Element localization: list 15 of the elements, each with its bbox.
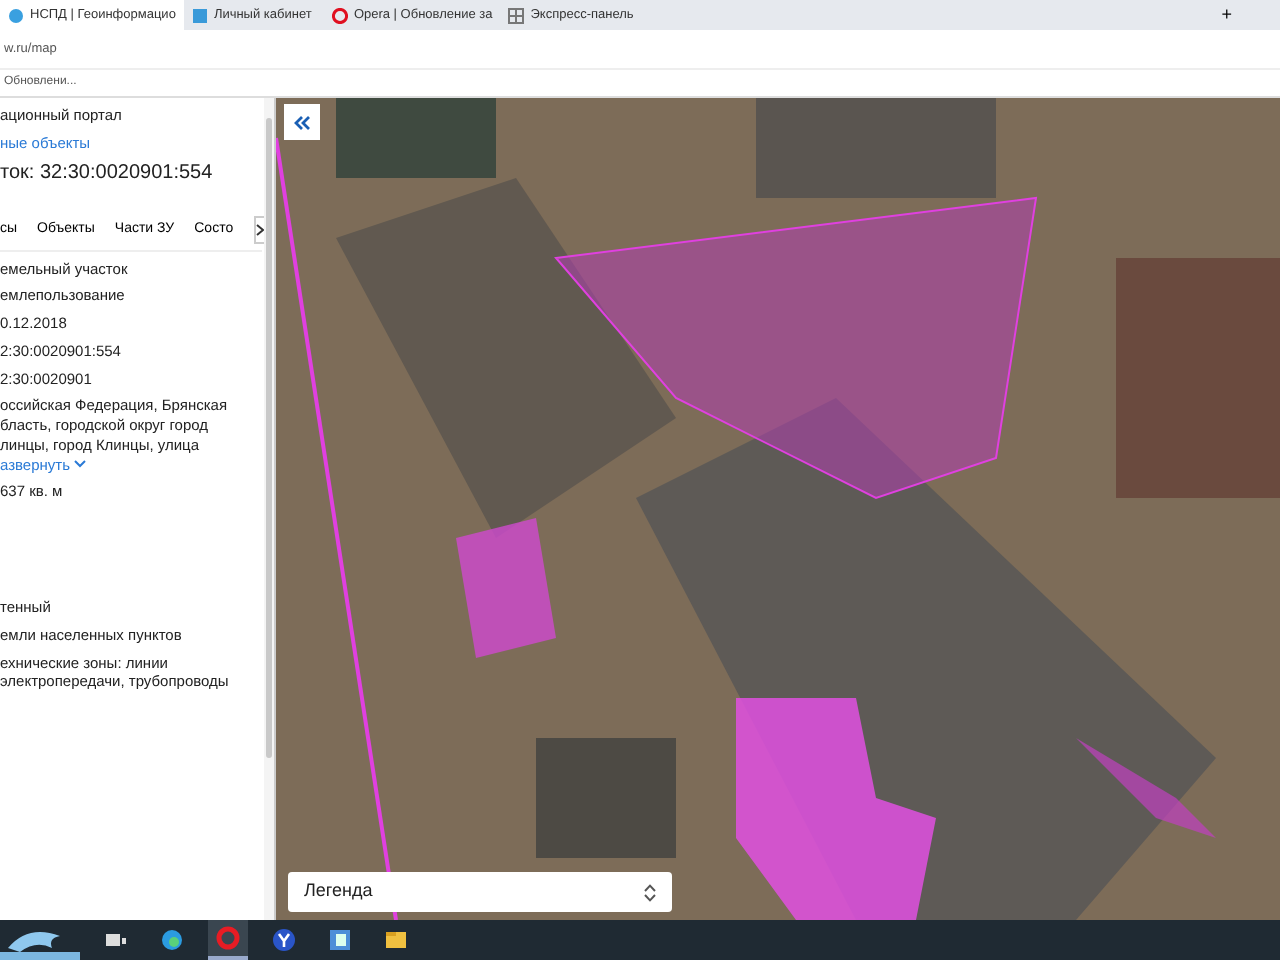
double-chevron-left-icon [294, 115, 310, 129]
square-icon [191, 7, 208, 23]
globe-icon [8, 7, 24, 23]
legend-select[interactable]: Легенда [288, 872, 672, 912]
opera-icon [331, 7, 348, 23]
opera-icon[interactable] [208, 920, 248, 960]
chevron-right-icon [255, 224, 264, 236]
grid-icon [508, 7, 525, 23]
parcel-title: ток: 32:30:0020901:554 [0, 159, 215, 187]
sort-arrows-icon [644, 883, 656, 901]
new-tab-button[interactable]: + [1213, 0, 1240, 30]
next-tab-button[interactable] [253, 216, 266, 244]
collapse-panel-button[interactable] [284, 104, 320, 140]
chevron-down-icon[interactable] [74, 460, 87, 469]
scrollbar[interactable] [264, 98, 274, 920]
